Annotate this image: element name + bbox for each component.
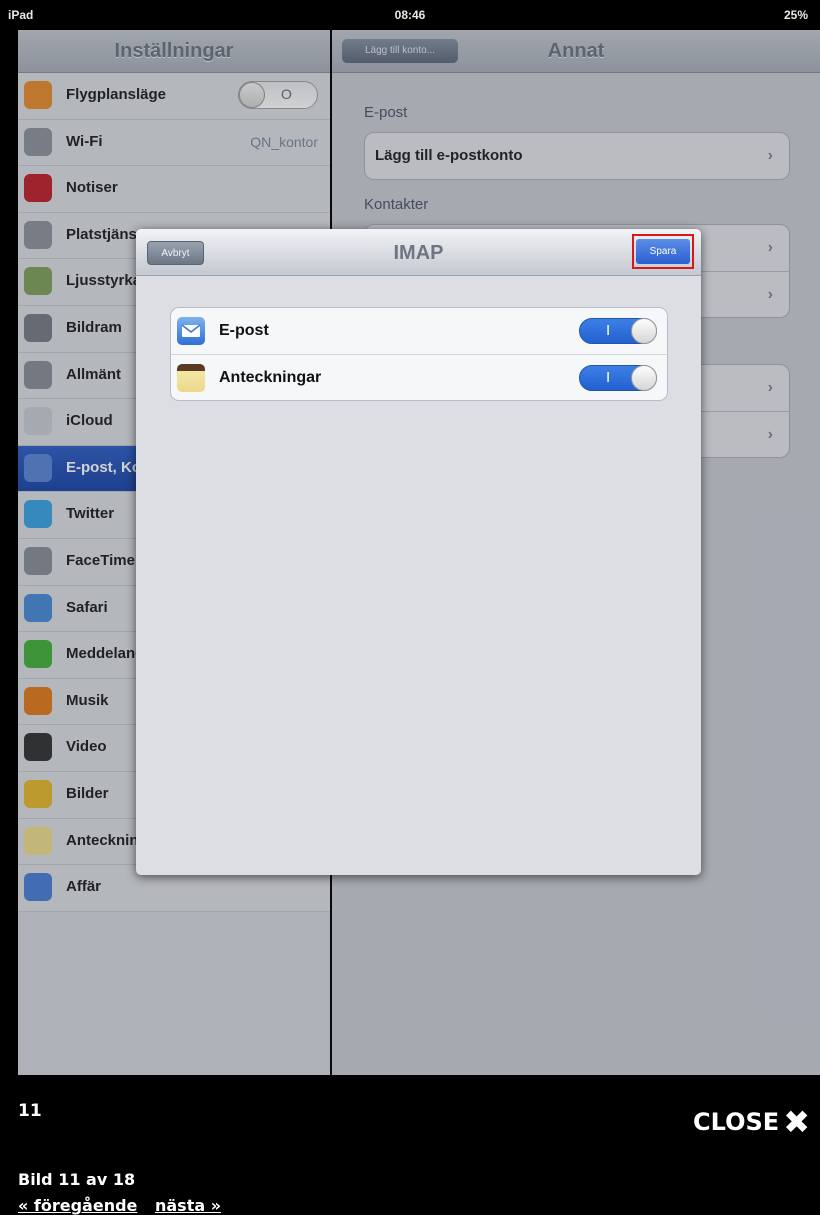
mail-sync-label: E-post	[219, 322, 269, 339]
imap-modal: Avbryt IMAP Spara E-post I Anteckningar …	[136, 229, 701, 875]
previous-link[interactable]: « föregående	[18, 1196, 137, 1215]
save-button-highlight: Spara	[632, 234, 694, 269]
notes-sync-label: Anteckningar	[219, 369, 322, 386]
close-label: CLOSE	[693, 1108, 780, 1136]
save-button[interactable]: Spara	[636, 239, 690, 264]
mail-sync-toggle[interactable]: I	[579, 318, 657, 344]
sync-options-group: E-post I Anteckningar I	[170, 307, 668, 401]
close-icon: ✖	[783, 1103, 810, 1141]
next-link[interactable]: nästa »	[155, 1196, 221, 1215]
status-bar: iPad 08:46 25%	[0, 0, 820, 30]
battery-indicator: 25%	[783, 8, 808, 22]
notes-sync-row: Anteckningar I	[171, 354, 667, 401]
close-button[interactable]: CLOSE ✖	[693, 1103, 810, 1141]
modal-title: IMAP	[393, 242, 444, 264]
image-description: Bild 11 av 18	[18, 1170, 136, 1189]
gallery-caption: 11 CLOSE ✖ Bild 11 av 18 « föregående näs…	[0, 1075, 820, 1215]
notes-icon	[177, 364, 205, 392]
mail-sync-row: E-post I	[171, 308, 667, 354]
image-number: 11	[18, 1101, 42, 1121]
gallery-navigation: « föregående nästa »	[18, 1196, 233, 1215]
clock: 08:46	[394, 8, 426, 22]
modal-navbar: Avbryt IMAP Spara	[136, 229, 701, 276]
notes-sync-toggle[interactable]: I	[579, 365, 657, 391]
mail-icon	[177, 317, 205, 345]
